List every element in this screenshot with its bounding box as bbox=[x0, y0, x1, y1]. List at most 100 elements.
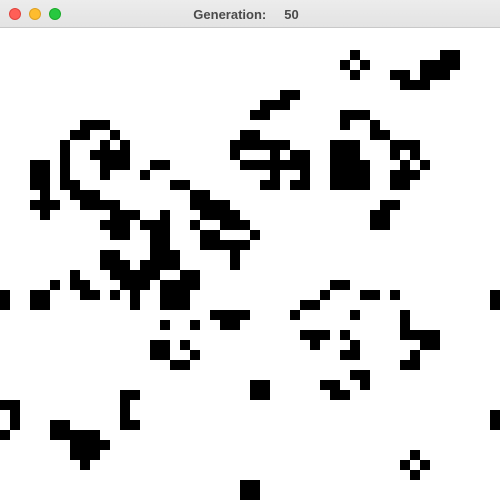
live-cell[interactable] bbox=[40, 200, 50, 210]
live-cell[interactable] bbox=[70, 130, 80, 140]
live-cell[interactable] bbox=[200, 230, 210, 240]
live-cell[interactable] bbox=[100, 160, 110, 170]
live-cell[interactable] bbox=[340, 160, 350, 170]
live-cell[interactable] bbox=[120, 230, 130, 240]
live-cell[interactable] bbox=[400, 320, 410, 330]
live-cell[interactable] bbox=[220, 320, 230, 330]
live-cell[interactable] bbox=[230, 150, 240, 160]
live-cell[interactable] bbox=[60, 180, 70, 190]
live-cell[interactable] bbox=[250, 160, 260, 170]
live-cell[interactable] bbox=[250, 230, 260, 240]
live-cell[interactable] bbox=[400, 180, 410, 190]
live-cell[interactable] bbox=[40, 170, 50, 180]
live-cell[interactable] bbox=[300, 160, 310, 170]
live-cell[interactable] bbox=[330, 280, 340, 290]
live-cell[interactable] bbox=[220, 220, 230, 230]
live-cell[interactable] bbox=[260, 100, 270, 110]
live-cell[interactable] bbox=[130, 300, 140, 310]
live-cell[interactable] bbox=[150, 260, 160, 270]
live-cell[interactable] bbox=[190, 220, 200, 230]
live-cell[interactable] bbox=[360, 160, 370, 170]
live-cell[interactable] bbox=[230, 220, 240, 230]
live-cell[interactable] bbox=[80, 450, 90, 460]
live-cell[interactable] bbox=[60, 430, 70, 440]
live-cell[interactable] bbox=[390, 290, 400, 300]
live-cell[interactable] bbox=[100, 260, 110, 270]
live-cell[interactable] bbox=[430, 60, 440, 70]
live-cell[interactable] bbox=[30, 170, 40, 180]
live-cell[interactable] bbox=[410, 140, 420, 150]
live-cell[interactable] bbox=[90, 430, 100, 440]
live-cell[interactable] bbox=[170, 360, 180, 370]
live-cell[interactable] bbox=[160, 260, 170, 270]
live-cell[interactable] bbox=[400, 160, 410, 170]
live-cell[interactable] bbox=[420, 340, 430, 350]
live-cell[interactable] bbox=[40, 190, 50, 200]
live-cell[interactable] bbox=[110, 130, 120, 140]
live-cell[interactable] bbox=[350, 110, 360, 120]
live-cell[interactable] bbox=[150, 220, 160, 230]
live-cell[interactable] bbox=[390, 180, 400, 190]
live-cell[interactable] bbox=[350, 150, 360, 160]
live-cell[interactable] bbox=[330, 380, 340, 390]
live-cell[interactable] bbox=[220, 310, 230, 320]
live-cell[interactable] bbox=[490, 290, 500, 300]
live-cell[interactable] bbox=[340, 60, 350, 70]
live-cell[interactable] bbox=[320, 380, 330, 390]
live-cell[interactable] bbox=[340, 120, 350, 130]
live-cell[interactable] bbox=[180, 280, 190, 290]
live-cell[interactable] bbox=[360, 110, 370, 120]
live-cell[interactable] bbox=[200, 240, 210, 250]
live-cell[interactable] bbox=[80, 460, 90, 470]
live-cell[interactable] bbox=[110, 150, 120, 160]
live-cell[interactable] bbox=[130, 420, 140, 430]
live-cell[interactable] bbox=[130, 210, 140, 220]
live-cell[interactable] bbox=[160, 290, 170, 300]
live-cell[interactable] bbox=[110, 270, 120, 280]
live-cell[interactable] bbox=[370, 130, 380, 140]
live-cell[interactable] bbox=[120, 160, 130, 170]
live-cell[interactable] bbox=[210, 210, 220, 220]
live-cell[interactable] bbox=[400, 360, 410, 370]
live-cell[interactable] bbox=[340, 330, 350, 340]
live-cell[interactable] bbox=[230, 310, 240, 320]
live-cell[interactable] bbox=[190, 200, 200, 210]
live-cell[interactable] bbox=[30, 160, 40, 170]
live-cell[interactable] bbox=[330, 160, 340, 170]
live-cell[interactable] bbox=[150, 240, 160, 250]
live-cell[interactable] bbox=[400, 80, 410, 90]
live-cell[interactable] bbox=[400, 170, 410, 180]
live-cell[interactable] bbox=[10, 400, 20, 410]
live-cell[interactable] bbox=[190, 190, 200, 200]
live-cell[interactable] bbox=[400, 70, 410, 80]
live-cell[interactable] bbox=[90, 290, 100, 300]
live-cell[interactable] bbox=[220, 240, 230, 250]
live-cell[interactable] bbox=[90, 120, 100, 130]
live-cell[interactable] bbox=[160, 320, 170, 330]
live-cell[interactable] bbox=[160, 340, 170, 350]
live-cell[interactable] bbox=[250, 480, 260, 490]
live-cell[interactable] bbox=[190, 280, 200, 290]
live-cell[interactable] bbox=[230, 140, 240, 150]
live-cell[interactable] bbox=[160, 160, 170, 170]
live-cell[interactable] bbox=[50, 420, 60, 430]
live-cell[interactable] bbox=[120, 260, 130, 270]
live-cell[interactable] bbox=[380, 210, 390, 220]
live-cell[interactable] bbox=[370, 290, 380, 300]
live-cell[interactable] bbox=[440, 50, 450, 60]
live-cell[interactable] bbox=[410, 80, 420, 90]
live-cell[interactable] bbox=[70, 280, 80, 290]
live-cell[interactable] bbox=[360, 60, 370, 70]
live-cell[interactable] bbox=[310, 330, 320, 340]
live-cell[interactable] bbox=[430, 70, 440, 80]
live-cell[interactable] bbox=[430, 330, 440, 340]
live-cell[interactable] bbox=[260, 380, 270, 390]
live-cell[interactable] bbox=[40, 160, 50, 170]
live-cell[interactable] bbox=[200, 210, 210, 220]
life-board-canvas[interactable] bbox=[0, 30, 500, 502]
live-cell[interactable] bbox=[90, 200, 100, 210]
live-cell[interactable] bbox=[190, 270, 200, 280]
live-cell[interactable] bbox=[160, 300, 170, 310]
live-cell[interactable] bbox=[260, 140, 270, 150]
live-cell[interactable] bbox=[330, 170, 340, 180]
